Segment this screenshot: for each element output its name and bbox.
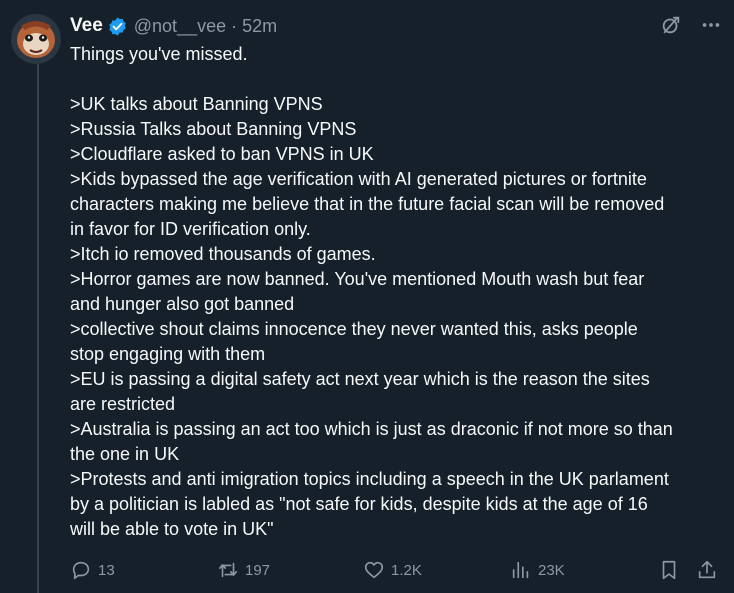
- tweet-text: Things you've missed. >UK talks about Ban…: [70, 42, 720, 542]
- views-button[interactable]: 23K: [510, 556, 565, 584]
- tweet-text-line: the one in UK: [70, 444, 180, 464]
- tweet-text-line: >Itch io removed thousands of games.: [70, 244, 376, 264]
- tweet-text-line: >Cloudflare asked to ban VPNS in UK: [70, 144, 374, 164]
- timestamp[interactable]: 52m: [242, 16, 277, 37]
- like-count: 1.2K: [391, 561, 422, 579]
- share-icon: [698, 560, 716, 579]
- repost-count: 197: [245, 561, 271, 579]
- tweet-text-line: >Australia is passing an act too which i…: [70, 419, 673, 439]
- share-button[interactable]: [696, 556, 718, 584]
- avatar[interactable]: [11, 14, 61, 64]
- views-count: 23K: [538, 561, 565, 579]
- reply-button[interactable]: 13: [70, 556, 115, 584]
- verified-badge-icon: [109, 16, 126, 36]
- tweet-text-line: >Horror games are now banned. You've men…: [70, 269, 645, 289]
- like-button[interactable]: 1.2K: [363, 556, 422, 584]
- author-name[interactable]: Vee: [70, 15, 103, 37]
- more-icon[interactable]: [700, 14, 722, 36]
- tweet-header: Vee @not__vee · 52m: [70, 13, 277, 39]
- bookmark-icon: [662, 560, 676, 580]
- tweet-actions: 13 197 1.2K 23K: [70, 556, 720, 584]
- tweet-text-line: in favor for ID verification only.: [70, 219, 311, 239]
- tweet-text-line: >Russia Talks about Banning VPNS: [70, 119, 357, 139]
- tweet-text-line: by a politician is labled as "not safe f…: [70, 494, 648, 514]
- avatar-icon: [11, 14, 61, 64]
- reply-icon: [72, 561, 90, 580]
- heart-icon: [364, 561, 384, 579]
- tweet-text-line: and hunger also got banned: [70, 294, 295, 314]
- tweet-text-line: will be able to vote in UK": [70, 519, 274, 539]
- thread-line: [37, 64, 39, 593]
- tweet-top-actions: [660, 14, 722, 36]
- separator-dot: ·: [231, 15, 238, 36]
- tweet-text-line: >EU is passing a digital safety act next…: [70, 369, 650, 389]
- grok-icon[interactable]: [660, 14, 682, 36]
- repost-button[interactable]: 197: [217, 556, 270, 584]
- tweet-text-line: Things you've missed.: [70, 44, 248, 64]
- tweet-text-line: >Protests and anti imigration topics inc…: [70, 469, 669, 489]
- views-icon: [512, 561, 529, 579]
- tweet-text-line: >Kids bypassed the age verification with…: [70, 169, 647, 189]
- bookmark-button[interactable]: [658, 556, 680, 584]
- repost-icon: [218, 562, 238, 578]
- tweet-text-line: >UK talks about Banning VPNS: [70, 94, 323, 114]
- tweet-text-line: are restricted: [70, 394, 176, 414]
- author-handle[interactable]: @not__vee: [134, 16, 226, 37]
- tweet-text-line: [70, 67, 720, 92]
- tweet-text-line: characters making me believe that in the…: [70, 194, 665, 214]
- reply-count: 13: [98, 561, 115, 579]
- tweet-text-line: stop engaging with them: [70, 344, 266, 364]
- tweet-text-line: >collective shout claims innocence they …: [70, 319, 638, 339]
